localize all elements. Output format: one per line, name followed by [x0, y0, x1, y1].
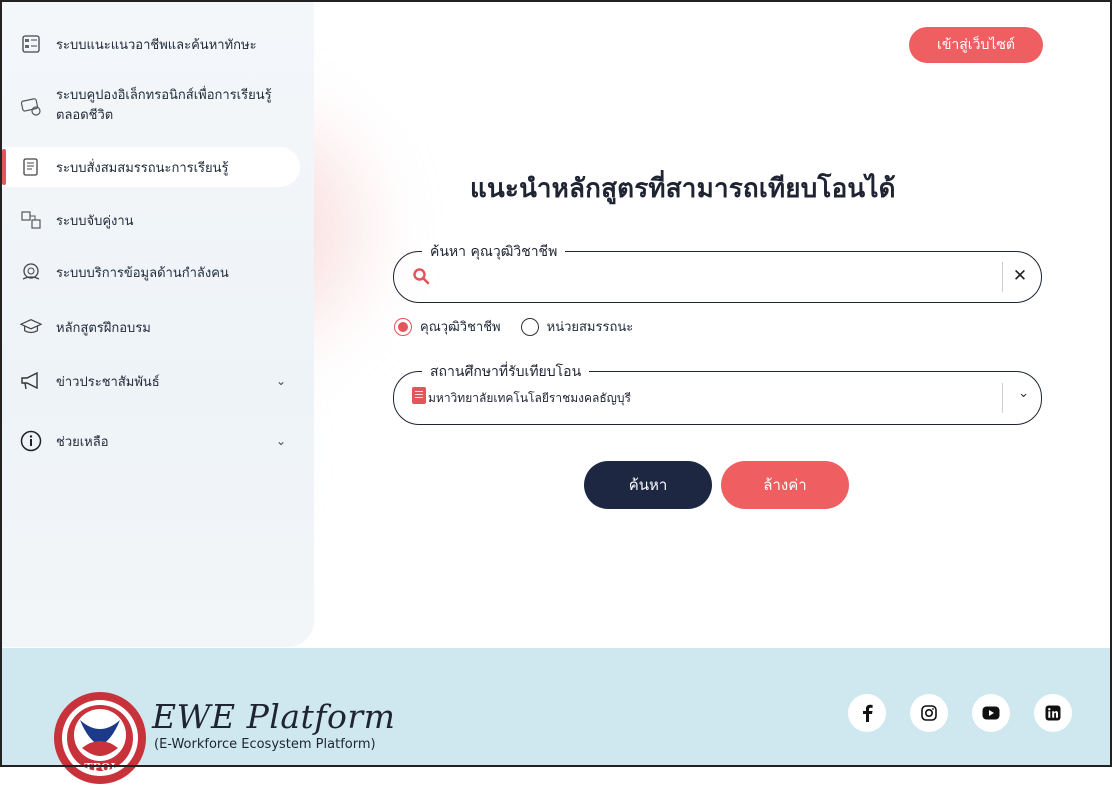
document-icon	[20, 156, 42, 178]
sidebar-item-competency-accumulation[interactable]: ระบบสั่งสมสมรรถนะการเรียนรู้	[2, 147, 300, 187]
sidebar-item-coupon[interactable]: ระบบคูปองอิเล็กทรอนิกส์เพื่อการเรียนรู้ …	[2, 84, 300, 128]
radio-competency-unit[interactable]	[520, 317, 539, 336]
sidebar-item-job-matching[interactable]: ระบบจับคู่งาน	[2, 207, 300, 233]
search-input[interactable]	[438, 264, 982, 292]
sidebar-item-training-courses[interactable]: หลักสูตรฝึกอบรม	[2, 312, 300, 342]
sidebar-item-label: ระบบสั่งสมสมรรถนะการเรียนรู้	[56, 160, 229, 176]
workforce-data-icon	[20, 261, 42, 283]
info-icon	[20, 430, 42, 452]
radio-professional-qualification[interactable]	[394, 317, 412, 336]
go-to-website-button[interactable]: เข้าสู่เว็บไซต์	[909, 27, 1043, 63]
institution-selected-value: มหาวิทยาลัยเทคโนโลยีราชมงคลธัญบุรี	[428, 391, 631, 405]
divider	[1002, 262, 1003, 292]
instagram-icon[interactable]	[910, 694, 948, 732]
building-icon	[412, 387, 426, 404]
facebook-icon[interactable]	[848, 694, 886, 732]
linkedin-icon[interactable]	[1034, 694, 1072, 732]
graduation-cap-icon	[20, 316, 42, 338]
job-matching-icon	[20, 209, 42, 231]
clear-search-icon[interactable]: ✕	[1011, 266, 1029, 286]
sidebar: ระบบแนะแนวอาชีพและค้นหาทักษะ ระบบคูปองอิ…	[2, 2, 314, 647]
divider	[1002, 383, 1003, 413]
radio-label: หน่วยสมรรถนะ	[546, 320, 634, 335]
sidebar-item-label: ตลอดชีวิต	[56, 108, 114, 123]
chevron-down-icon[interactable]: ⌄	[1018, 386, 1029, 401]
radio-label: คุณวุฒิวิชาชีพ	[420, 320, 501, 335]
seal-text: TPQI	[84, 761, 115, 774]
sidebar-item-label: ข่าวประชาสัมพันธ์	[56, 374, 160, 390]
megaphone-icon	[20, 370, 42, 392]
chevron-down-icon[interactable]: ⌄	[276, 434, 286, 448]
sidebar-item-label: หลักสูตรฝึกอบรม	[56, 320, 151, 336]
career-guidance-icon	[20, 33, 42, 55]
institution-field-label: สถานศึกษาที่รับเทียบโอน	[422, 361, 590, 383]
clear-button[interactable]: ล้างค่า	[721, 461, 849, 509]
chevron-down-icon[interactable]: ⌄	[276, 374, 286, 388]
sidebar-item-label: ช่วยเหลือ	[56, 434, 109, 450]
search-field-label: ค้นหา คุณวุฒิวิชาชีพ	[422, 241, 566, 263]
footer: TPQI EWE Platform (E-Workforce Ecosystem…	[2, 648, 1110, 784]
search-button[interactable]: ค้นหา	[584, 461, 712, 509]
sidebar-item-help[interactable]: ช่วยเหลือ ⌄	[2, 426, 300, 456]
sidebar-item-label: ระบบจับคู่งาน	[56, 213, 134, 229]
search-type-radio-group: คุณวุฒิวิชาชีพ หน่วยสมรรถนะ	[394, 316, 653, 337]
brand-subtitle: (E-Workforce Ecosystem Platform)	[154, 737, 376, 752]
youtube-icon[interactable]	[972, 694, 1010, 732]
sidebar-item-news[interactable]: ข่าวประชาสัมพันธ์ ⌄	[2, 366, 300, 396]
brand-title: EWE Platform	[152, 697, 396, 736]
institution-select[interactable]: สถานศึกษาที่รับเทียบโอน มหาวิทยาลัยเทคโน…	[393, 361, 1042, 425]
coupon-icon	[20, 95, 42, 117]
sidebar-item-label: ระบบบริการข้อมูลด้านกำลังคน	[56, 265, 229, 281]
sidebar-item-career-guidance[interactable]: ระบบแนะแนวอาชีพและค้นหาทักษะ	[2, 32, 300, 56]
sidebar-item-label: ระบบคูปองอิเล็กทรอนิกส์เพื่อการเรียนรู้	[56, 88, 272, 103]
sidebar-item-workforce-data[interactable]: ระบบบริการข้อมูลด้านกำลังคน	[2, 257, 300, 287]
search-field: ค้นหา คุณวุฒิวิชาชีพ ✕	[393, 241, 1042, 303]
page-title: แนะนำหลักสูตรที่สามารถเทียบโอนได้	[470, 174, 896, 204]
sidebar-item-label: ระบบแนะแนวอาชีพและค้นหาทักษะ	[56, 37, 257, 53]
tpqi-logo: TPQI	[52, 690, 148, 786]
search-icon	[412, 267, 430, 289]
